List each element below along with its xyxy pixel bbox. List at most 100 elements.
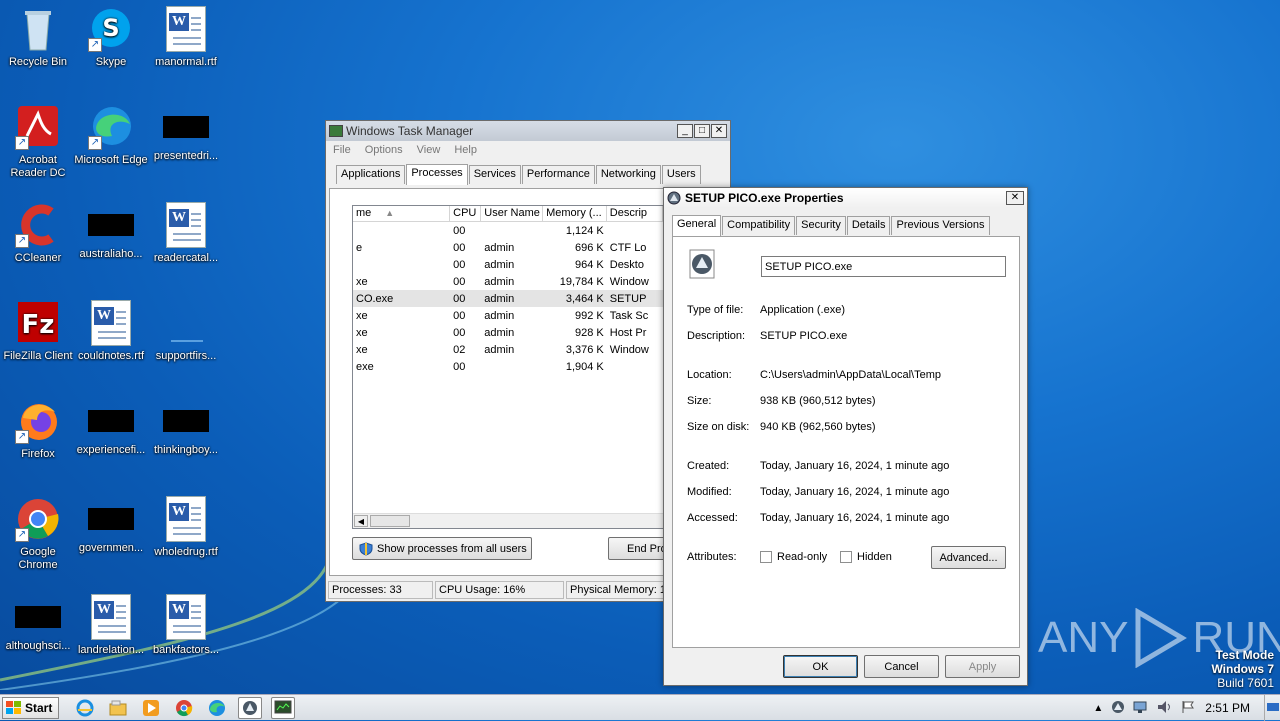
desktop-icon-wholedrug[interactable]: W wholedrug.rtf — [148, 496, 224, 559]
process-list: me ▲ CPU User Name Memory (... Descrip 00… — [352, 205, 664, 529]
tab-performance[interactable]: Performance — [521, 165, 595, 184]
menu-file[interactable]: File — [333, 144, 351, 156]
process-row[interactable]: xe 00 admin 928 K Host Pr — [353, 324, 663, 341]
word-document-icon: W — [166, 6, 206, 52]
desktop-icon-althoughsci[interactable]: althoughsci... — [0, 594, 76, 653]
desktop-icon-chrome[interactable]: ↗ Google Chrome — [0, 496, 76, 572]
tab-applications[interactable]: Applications — [336, 165, 406, 184]
column-memory[interactable]: Memory (... — [543, 206, 607, 221]
desktop-icon-ccleaner[interactable]: ↗ CCleaner — [0, 202, 76, 265]
tab-details[interactable]: Details — [846, 216, 891, 235]
taskbar-task-manager-icon[interactable] — [271, 696, 296, 719]
size-on-disk-row: Size on disk: 940 KB (962,560 bytes) — [687, 421, 876, 433]
process-row[interactable]: xe 00 admin 19,784 K Window — [353, 273, 663, 290]
menu-help[interactable]: Help — [454, 144, 477, 156]
desktop-icon-presentedri[interactable]: presentedri... — [148, 104, 224, 163]
task-manager-menubar: File Options View Help — [326, 141, 730, 159]
minimize-button[interactable]: _ — [677, 124, 693, 138]
scroll-thumb[interactable] — [370, 515, 410, 527]
desktop-icon-acrobat[interactable]: ↗ Acrobat Reader DC — [0, 104, 76, 180]
menu-options[interactable]: Options — [365, 144, 403, 156]
tab-networking[interactable]: Networking — [595, 165, 661, 184]
ok-button[interactable]: OK — [783, 655, 858, 678]
scroll-left-arrow-icon[interactable]: ◀ — [354, 515, 368, 527]
test-mode-text: Test Mode Windows 7 Build 7601 — [1211, 648, 1274, 690]
desktop-icon-bankfactors[interactable]: W bankfactors... — [148, 594, 224, 657]
desktop-icon-recycle-bin[interactable]: Recycle Bin — [0, 6, 76, 69]
taskbar-clock[interactable]: 2:51 PM — [1205, 701, 1250, 715]
desktop-icon-readercatal[interactable]: W readercatal... — [148, 202, 224, 265]
chrome-icon: ↗ — [15, 496, 61, 542]
show-all-processes-button[interactable]: Show processes from all users — [352, 537, 532, 560]
cancel-button[interactable]: Cancel — [864, 655, 939, 678]
tab-processes[interactable]: Processes — [406, 164, 468, 185]
close-button[interactable]: ✕ — [1006, 191, 1024, 205]
desktop-icon-governmen[interactable]: governmen... — [73, 496, 149, 555]
desktop-icon-firefox[interactable]: ↗ Firefox — [0, 398, 76, 461]
taskbar-media-player-icon[interactable] — [139, 697, 163, 719]
desktop-icon-couldnotes[interactable]: W couldnotes.rtf — [73, 300, 149, 363]
horizontal-scrollbar[interactable]: ◀ — [353, 513, 663, 528]
process-row[interactable]: e 00 admin 696 K CTF Lo — [353, 239, 663, 256]
show-desktop-button[interactable] — [1264, 695, 1280, 721]
apply-button[interactable]: Apply — [945, 655, 1020, 678]
hidden-checkbox[interactable]: Hidden — [840, 551, 892, 564]
column-description[interactable]: Descrip — [607, 206, 663, 221]
taskbar-chrome-icon[interactable] — [172, 697, 196, 719]
desktop-icon-label: althoughsci... — [5, 640, 71, 652]
process-row[interactable]: 00 1,124 K — [353, 222, 663, 239]
show-hidden-icons-button[interactable]: ▲ — [1093, 703, 1103, 714]
tab-compatibility[interactable]: Compatibility — [722, 216, 796, 235]
tray-network-icon[interactable] — [1133, 700, 1149, 717]
taskbar-ie-icon[interactable] — [73, 697, 97, 719]
desktop-icon-edge[interactable]: ↗ Microsoft Edge — [73, 104, 149, 167]
desktop-icon-filezilla[interactable]: Fz FileZilla Client — [0, 300, 76, 363]
column-cpu[interactable]: CPU — [450, 206, 482, 221]
process-row[interactable]: 00 admin 964 K Deskto — [353, 256, 663, 273]
desktop-icon-experiencefi[interactable]: experiencefi... — [73, 398, 149, 457]
tab-security[interactable]: Security — [796, 216, 846, 235]
desktop-icon-manormal[interactable]: W manormal.rtf — [148, 6, 224, 69]
advanced-button[interactable]: Advanced... — [931, 546, 1006, 569]
general-tab-panel: Type of file:Application (.exe) Descript… — [672, 236, 1020, 648]
desktop-icon-label: manormal.rtf — [155, 56, 217, 68]
maximize-button[interactable]: □ — [694, 124, 710, 138]
tray-volume-icon[interactable] — [1157, 700, 1173, 717]
separator — [687, 446, 1005, 447]
desktop-icon-label: Firefox — [21, 448, 55, 460]
tab-general[interactable]: General — [672, 215, 722, 236]
process-row-selected[interactable]: CO.exe 00 admin 3,464 K SETUP — [353, 290, 663, 307]
properties-titlebar[interactable]: SETUP PICO.exe Properties ✕ — [664, 188, 1027, 208]
tab-services[interactable]: Services — [468, 165, 521, 184]
desktop-icon — [1266, 703, 1279, 711]
desktop-icon-australiaho[interactable]: australiaho... — [73, 202, 149, 261]
tab-users[interactable]: Users — [661, 165, 701, 184]
start-button[interactable]: Start — [2, 696, 60, 719]
filename-input[interactable] — [761, 256, 1006, 277]
taskbar-explorer-icon[interactable] — [106, 697, 130, 719]
process-row[interactable]: xe 00 admin 992 K Task Sc — [353, 307, 663, 324]
desktop-icon-landrelation[interactable]: W landrelation... — [73, 594, 149, 657]
end-process-button[interactable]: End Pro — [608, 537, 668, 560]
tab-previous-versions[interactable]: Previous Versions — [891, 216, 990, 235]
column-user-name[interactable]: User Name — [481, 206, 544, 221]
menu-view[interactable]: View — [417, 144, 441, 156]
taskbar-setup-pico-icon[interactable] — [238, 696, 263, 719]
close-button[interactable]: ✕ — [711, 124, 727, 138]
readonly-checkbox[interactable]: Read-only — [760, 551, 827, 564]
desktop-icon-supportfirs[interactable]: supportfirs... — [148, 300, 224, 363]
process-row[interactable]: xe 02 admin 3,376 K Window — [353, 341, 663, 358]
build-label: Build 7601 — [1217, 676, 1274, 690]
tray-setup-icon[interactable] — [1111, 700, 1125, 717]
task-manager-titlebar[interactable]: Windows Task Manager _ □ ✕ — [326, 121, 730, 141]
properties-tabs: General Compatibility Security Details P… — [664, 214, 1027, 236]
desktop-icon-thinkingboy[interactable]: thinkingboy... — [148, 398, 224, 457]
column-image-name[interactable]: me ▲ — [353, 206, 451, 221]
tray-flag-icon[interactable] — [1181, 700, 1195, 717]
process-row[interactable]: exe 00 1,904 K — [353, 358, 663, 375]
task-manager-icon — [329, 125, 343, 137]
process-list-header: me ▲ CPU User Name Memory (... Descrip — [353, 206, 663, 222]
taskbar-edge-icon[interactable] — [205, 697, 229, 719]
system-tray: ▲ 2:51 PM — [1093, 695, 1280, 721]
desktop-icon-skype[interactable]: S ↗ Skype — [73, 6, 149, 69]
